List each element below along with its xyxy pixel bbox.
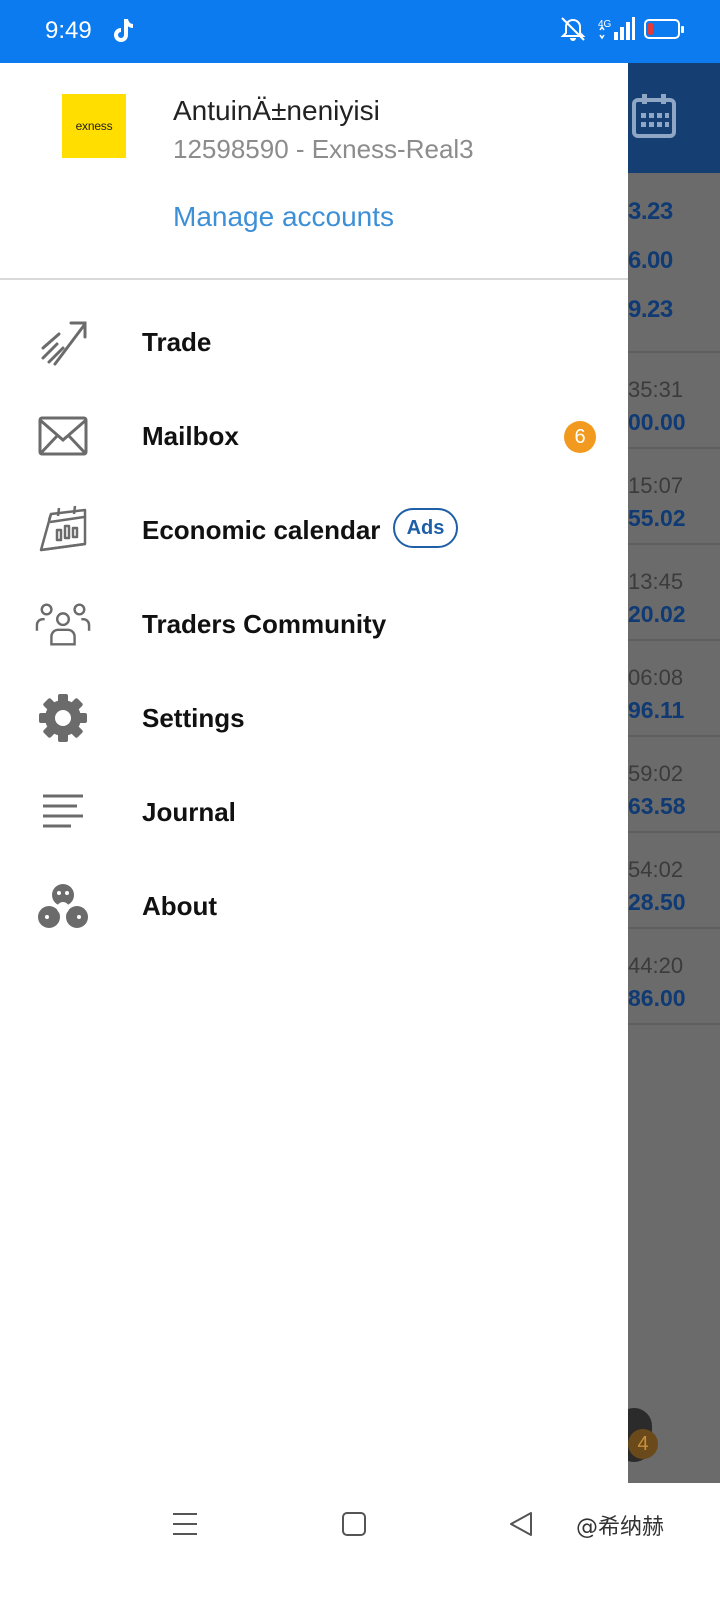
menu-label: Mailbox (142, 421, 239, 451)
calendar-icon (632, 94, 676, 138)
menu-icon[interactable] (170, 1509, 200, 1539)
bg-history-row: 54:02 28.50 (628, 833, 720, 929)
menu-item-traders-community[interactable]: Traders Community (0, 579, 628, 673)
menu-item-mailbox[interactable]: Mailbox 6 (0, 391, 628, 485)
background-app-scrim[interactable]: 3.23 6.00 9.23 35:31 00.00 15:07 55.02 1… (628, 63, 720, 1483)
menu-item-journal[interactable]: Journal (0, 767, 628, 861)
menu-label: Settings (142, 703, 245, 733)
background-toolbar (628, 63, 720, 173)
status-icons: 4G (558, 16, 684, 42)
svg-text:4G: 4G (598, 19, 612, 30)
trade-chart-icon (35, 317, 91, 367)
navigation-drawer: exness AntuinÄ±neniyisi 12598590 - Exnes… (0, 63, 628, 1483)
divider (0, 278, 628, 280)
status-time: 9:49 (45, 17, 92, 44)
battery-icon (644, 19, 684, 39)
exness-logo: exness (62, 94, 126, 158)
signal-4g-icon: 4G (598, 17, 635, 40)
account-id: 12598590 - Exness-Real3 (173, 134, 474, 164)
bg-row-time: 15:07 (628, 473, 684, 498)
bg-history-row: 13:45 20.02 (628, 545, 720, 641)
bg-quote: 9.23 (628, 296, 673, 323)
bg-history-row: 44:20 86.00 (628, 929, 720, 1025)
bg-history-row: 15:07 55.02 (628, 449, 720, 545)
bg-row-time: 06:08 (628, 665, 684, 690)
menu-label: Traders Community (142, 609, 387, 639)
status-bar: 9:49 4G (0, 0, 720, 63)
journal-lines-icon (35, 787, 91, 837)
envelope-icon (35, 411, 91, 461)
menu-item-settings[interactable]: Settings (0, 673, 628, 767)
menu-label: About (142, 891, 218, 921)
mute-icon (560, 17, 586, 41)
bg-history-row: 35:31 00.00 (628, 353, 720, 449)
bg-row-time: 54:02 (628, 857, 684, 882)
watermark-text: @希纳赫 (576, 1515, 665, 1540)
bg-row-time: 59:02 (628, 761, 684, 786)
system-nav-bar: @希纳赫 (0, 1483, 720, 1600)
bg-row-value: 63.58 (628, 793, 686, 819)
mailbox-unread-badge: 6 (564, 421, 596, 453)
logo-text: exness (75, 119, 113, 133)
community-icon (35, 599, 91, 649)
bg-quote: 3.23 (628, 198, 673, 225)
menu-item-economic-calendar[interactable]: Economic calendar Ads (0, 485, 628, 579)
bg-row-value: 86.00 (628, 985, 686, 1011)
bg-row-value: 55.02 (628, 505, 686, 531)
menu-label: Economic calendar (142, 515, 381, 545)
bg-row-value: 96.11 (628, 697, 685, 723)
menu-label: Journal (142, 797, 236, 827)
back-triangle-icon[interactable] (506, 1509, 536, 1539)
menu-item-trade[interactable]: Trade (0, 297, 628, 391)
bg-row-time: 44:20 (628, 953, 684, 978)
menu-label: Trade (142, 327, 212, 357)
bg-quote: 6.00 (628, 247, 673, 274)
account-name: AntuinÄ±neniyisi (173, 95, 380, 126)
bg-row-time: 35:31 (628, 377, 684, 402)
bg-row-value: 28.50 (628, 889, 686, 915)
ads-tag: Ads (393, 508, 458, 548)
bg-row-value: 00.00 (628, 409, 686, 435)
bg-history-row: 06:08 96.11 (628, 641, 720, 737)
bg-row-time: 13:45 (628, 569, 684, 594)
metaquotes-logo-icon (35, 881, 91, 931)
home-square-icon[interactable] (339, 1509, 369, 1539)
bg-history-row: 59:02 63.58 (628, 737, 720, 833)
manage-accounts-link[interactable]: Manage accounts (173, 201, 394, 233)
bg-fab-badge: 4 (628, 1429, 658, 1459)
bg-row-value: 20.02 (628, 601, 686, 627)
tiktok-icon (114, 19, 133, 42)
menu-item-about[interactable]: About (0, 861, 628, 955)
gear-icon (35, 693, 91, 743)
calendar-icon (35, 505, 91, 555)
